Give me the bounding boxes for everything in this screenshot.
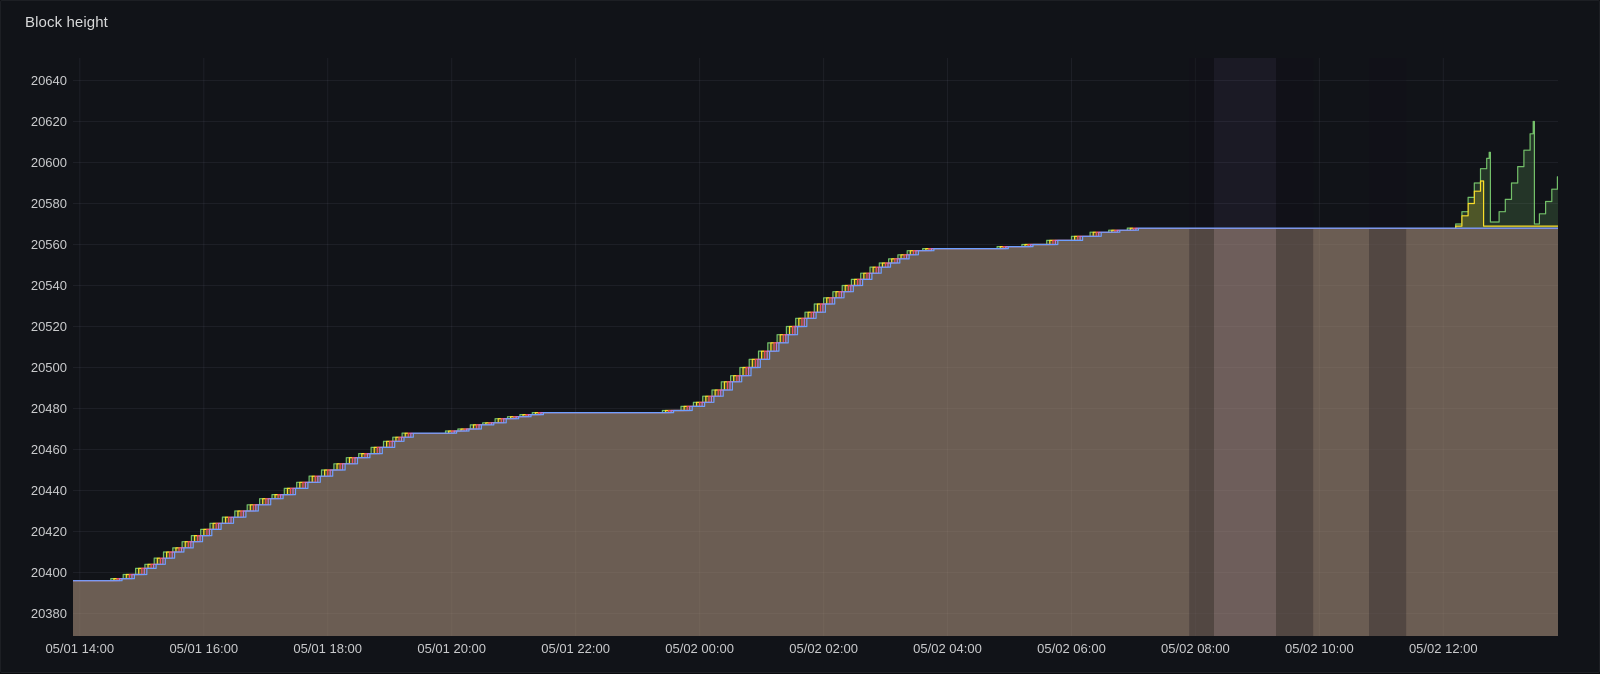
block-height-chart[interactable]: 20380 20400 20420 20440 20460 20480 20500 20520…	[1, 1, 1599, 672]
annotation-region-3	[1276, 58, 1313, 636]
y-tick-label: 20640	[31, 73, 67, 88]
x-tick-label: 05/01 18:00	[293, 641, 362, 656]
y-tick-label: 20520	[31, 319, 67, 334]
x-tick-label: 05/02 12:00	[1409, 641, 1478, 656]
annotation-region-4	[1369, 58, 1406, 636]
x-tick-label: 05/02 00:00	[665, 641, 734, 656]
series-fills	[73, 122, 1558, 637]
x-tick-label: 05/02 06:00	[1037, 641, 1106, 656]
x-tick-label: 05/02 02:00	[789, 641, 858, 656]
y-tick-label: 20540	[31, 278, 67, 293]
y-tick-label: 20440	[31, 483, 67, 498]
y-tick-label: 20500	[31, 360, 67, 375]
y-tick-label: 20480	[31, 401, 67, 416]
x-tick-label: 05/02 04:00	[913, 641, 982, 656]
x-tick-label: 05/01 14:00	[45, 641, 114, 656]
y-tick-label: 20460	[31, 442, 67, 457]
x-tick-label: 05/01 22:00	[541, 641, 610, 656]
annotation-region-2	[1214, 58, 1276, 636]
annotation-regions	[1189, 58, 1406, 636]
y-tick-label: 20560	[31, 237, 67, 252]
y-tick-label: 20580	[31, 196, 67, 211]
block-height-panel: Block height 203802040020420204402046020…	[0, 0, 1600, 673]
x-tick-label: 05/02 08:00	[1161, 641, 1230, 656]
x-axis-labels: 05/01 14:00 05/01 16:00 05/01 18:00 05/01 2…	[45, 641, 1477, 656]
y-tick-label: 20600	[31, 155, 67, 170]
y-axis-labels: 20380 20400 20420 20440 20460 20480 20500 20520…	[31, 73, 67, 621]
chart-svg[interactable]: 20380 20400 20420 20440 20460 20480 20500 20520…	[1, 1, 1600, 674]
x-tick-label: 05/01 16:00	[169, 641, 238, 656]
x-tick-label: 05/02 10:00	[1285, 641, 1354, 656]
y-tick-label: 20620	[31, 114, 67, 129]
y-tick-label: 20380	[31, 606, 67, 621]
y-tick-label: 20420	[31, 524, 67, 539]
y-tick-label: 20400	[31, 565, 67, 580]
x-tick-label: 05/01 20:00	[417, 641, 486, 656]
series-blue-area	[73, 228, 1558, 636]
annotation-region-1	[1189, 58, 1214, 636]
